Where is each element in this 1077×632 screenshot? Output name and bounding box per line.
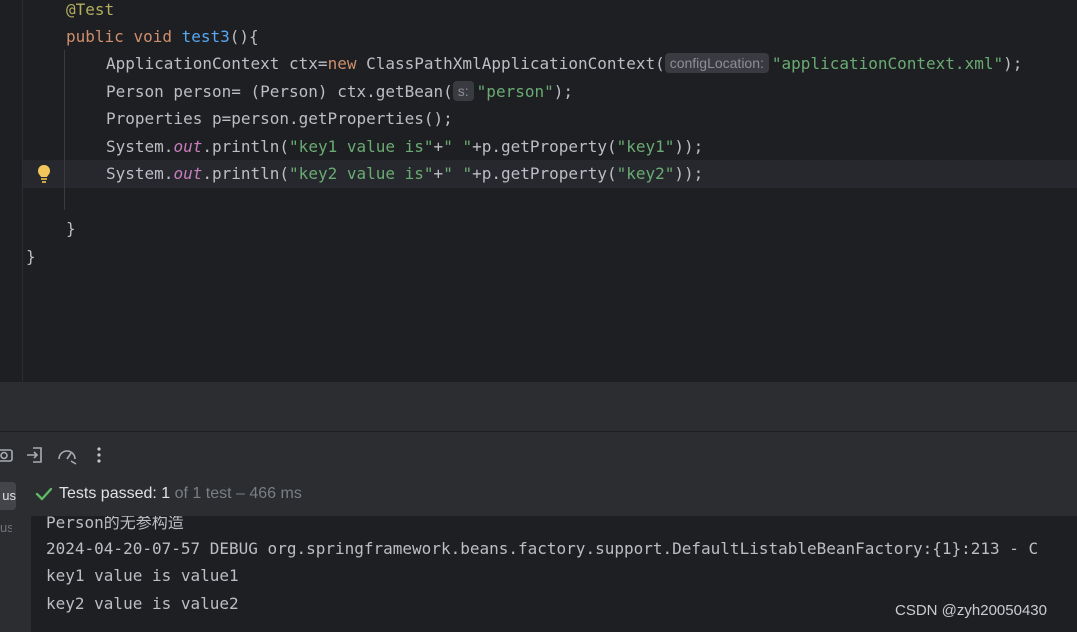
code-line-close-class: } (26, 247, 36, 266)
console-line: 2024-04-20-07-57 DEBUG org.springframewo… (46, 539, 1039, 558)
code-editor[interactable]: @Test public void test3(){ ApplicationCo… (0, 0, 1077, 381)
panel-splitter[interactable] (0, 381, 1077, 432)
gauge-icon[interactable] (56, 444, 78, 466)
code-line-print-key2: System.out.println("key2 value is"+" "+p… (106, 164, 704, 183)
camera-icon[interactable] (0, 444, 16, 466)
import-icon[interactable] (24, 444, 46, 466)
parameter-hint: configLocation: (664, 53, 769, 73)
console-line: key2 value is value2 (46, 594, 239, 613)
code-line-context: ApplicationContext ctx=new ClassPathXmlA… (106, 53, 1023, 73)
code-line-annotation: @Test (66, 0, 115, 19)
code-line-close-method: } (66, 219, 76, 238)
test-status-text: Tests passed: 1 of 1 test – 466 ms (59, 485, 302, 502)
indent-guide (64, 50, 65, 210)
code-line-method-signature: public void test3(){ (66, 27, 259, 46)
watermark: CSDN @zyh20050430 (895, 602, 1047, 619)
console-line: Person的无参构造 (46, 516, 184, 532)
parameter-hint: s: (452, 81, 474, 101)
code-line-properties: Properties p=person.getProperties(); (106, 109, 453, 128)
side-tab-label[interactable]: us (0, 516, 12, 540)
more-options-icon[interactable] (88, 444, 110, 466)
side-tab-label: us (2, 488, 16, 503)
code-line-getbean: Person person= (Person) ctx.getBean(s: "p… (106, 81, 573, 101)
run-toolbar (0, 432, 1077, 477)
console-line: key1 value is value1 (46, 566, 239, 585)
test-status-bar: Tests passed: 1 of 1 test – 466 ms (31, 476, 1077, 516)
check-icon (35, 487, 53, 501)
code-line-print-key1: System.out.println("key1 value is"+" "+p… (106, 137, 704, 156)
